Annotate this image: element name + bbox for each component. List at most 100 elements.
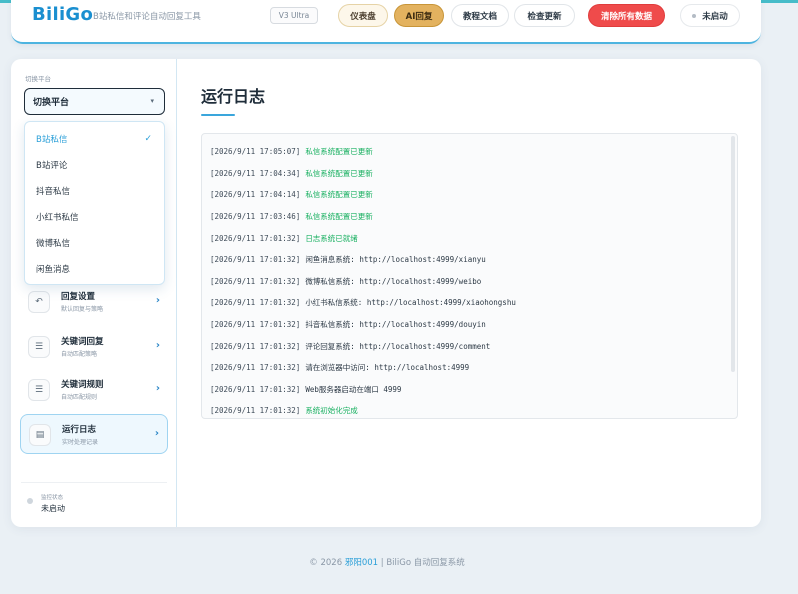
log-message: 系统初始化完成 — [305, 406, 358, 415]
log-line: [2026/9/11 17:01:32] 微博私信系统: http://local… — [210, 272, 481, 292]
sidebar-item-title: 关键词回复 — [61, 337, 104, 347]
docs-button[interactable]: 教程文档 — [451, 4, 509, 27]
log-message: 请在浏览器中访问: http://localhost:4999 — [305, 363, 470, 372]
log-line: [2026/9/11 17:01:32] Web服务器启动在端口 4999 — [210, 380, 401, 400]
platform-select-value: 切换平台 — [33, 98, 70, 108]
status-dot-icon — [692, 13, 697, 18]
log-panel[interactable]: [2026/9/11 17:05:07] 私信系统配置已更新 [2026/9/11… — [201, 133, 738, 419]
ai-reply-button[interactable]: AI回复 — [394, 4, 444, 27]
sidebar: 切换平台 切换平台 ▾ B站私信 ✓ B站评论 抖音私信 小红书私信 微博私信 — [11, 59, 177, 527]
log-line: [2026/9/11 17:01:32] 日志系统已就绪 — [210, 229, 358, 249]
sidebar-item-desc: 实时处理记录 — [62, 439, 99, 446]
switch-platform-label: 切换平台 — [25, 75, 51, 83]
sidebar-item-title: 回复设置 — [61, 292, 96, 302]
footer-prefix: © 2026 — [309, 558, 345, 568]
sidebar-item-desc: 自动匹配规则 — [61, 394, 98, 401]
log-time: [2026/9/11 17:04:14] — [210, 190, 301, 199]
log-icon: ▤ — [29, 424, 51, 446]
log-message: 小红书私信系统: http://localhost:4999/xiaohongs… — [305, 298, 516, 307]
status-button[interactable]: 未启动 — [680, 4, 740, 27]
chevron-right-icon: › — [154, 428, 159, 439]
app-header: BiliGo B站私信和评论自动回复工具 V3 Ultra 仪表盘 AI回复 教… — [11, 0, 761, 44]
log-time: [2026/9/11 17:01:32] — [210, 320, 301, 329]
dropdown-option-label: B站私信 — [36, 135, 68, 145]
dropdown-option-douyin-dm[interactable]: 抖音私信 — [25, 178, 164, 204]
log-time: [2026/9/11 17:01:32] — [210, 277, 301, 286]
log-line: [2026/9/11 17:01:32] 闲鱼消息系统: http://local… — [210, 250, 486, 270]
log-time: [2026/9/11 17:01:32] — [210, 342, 301, 351]
sliders-icon: ☰ — [28, 379, 50, 401]
main-card: 切换平台 切换平台 ▾ B站私信 ✓ B站评论 抖音私信 小红书私信 微博私信 — [11, 59, 761, 527]
chevron-right-icon: › — [155, 383, 160, 394]
log-line: [2026/9/11 17:04:14] 私信系统配置已更新 — [210, 185, 373, 205]
platform-select[interactable]: 切换平台 ▾ — [24, 88, 165, 115]
sidebar-item-title: 关键词规则 — [61, 380, 104, 390]
sidebar-item-keyword-rules[interactable]: ☰ 关键词规则 自动匹配规则 › — [20, 370, 168, 410]
dropdown-option-weibo-dm[interactable]: 微博私信 — [25, 230, 164, 256]
check-icon: ✓ — [144, 134, 152, 144]
status-label: 未启动 — [702, 11, 728, 22]
sidebar-item-desc: 默认回复与策略 — [61, 306, 104, 313]
log-time: [2026/9/11 17:01:32] — [210, 234, 301, 243]
log-message: 日志系统已就绪 — [305, 234, 358, 243]
log-time: [2026/9/11 17:05:07] — [210, 147, 301, 156]
log-message: 私信系统配置已更新 — [305, 169, 373, 178]
log-line: [2026/9/11 17:01:32] 小红书私信系统: http://loca… — [210, 293, 516, 313]
app-subtitle: B站私信和评论自动回复工具 — [93, 12, 201, 22]
log-line: [2026/9/11 17:01:32] 抖音私信系统: http://local… — [210, 315, 486, 335]
log-message: 私信系统配置已更新 — [305, 190, 373, 199]
dropdown-option-label: 闲鱼消息 — [36, 265, 71, 275]
dashboard-button[interactable]: 仪表盘 — [338, 4, 388, 27]
reply-icon: ↶ — [28, 291, 50, 313]
log-line: [2026/9/11 17:04:34] 私信系统配置已更新 — [210, 164, 373, 184]
sidebar-item-desc: 自动匹配策略 — [61, 351, 98, 358]
log-line: [2026/9/11 17:01:32] 评论回复系统: http://local… — [210, 337, 490, 357]
dropdown-option-label: 抖音私信 — [36, 187, 71, 197]
version-badge: V3 Ultra — [270, 7, 318, 24]
log-time: [2026/9/11 17:03:46] — [210, 212, 301, 221]
clear-all-data-button[interactable]: 清除所有数据 — [588, 4, 665, 27]
platform-dropdown: B站私信 ✓ B站评论 抖音私信 小红书私信 微博私信 闲鱼消息 — [24, 121, 165, 285]
log-time: [2026/9/11 17:04:34] — [210, 169, 301, 178]
log-time: [2026/9/11 17:01:32] — [210, 406, 301, 415]
dropdown-option-xianyu-msg[interactable]: 闲鱼消息 — [25, 256, 164, 282]
dropdown-option-label: B站评论 — [36, 161, 68, 171]
log-line: [2026/9/11 17:03:46] 私信系统配置已更新 — [210, 207, 373, 227]
page-title: 运行日志 — [201, 87, 266, 106]
sidebar-item-keyword-reply[interactable]: ☰ 关键词回复 自动匹配策略 › — [20, 327, 168, 367]
footer: © 2026 邪阳001 | BiliGo 自动回复系统 — [0, 556, 774, 568]
footer-author-link[interactable]: 邪阳001 — [345, 558, 378, 568]
check-update-button[interactable]: 检查更新 — [514, 4, 575, 27]
log-message: 抖音私信系统: http://localhost:4999/douyin — [305, 320, 486, 329]
monitor-status-label: 监控状态 — [41, 495, 64, 501]
log-message: 微博私信系统: http://localhost:4999/weibo — [305, 277, 482, 286]
app-logo: BiliGo — [32, 4, 94, 25]
chevron-down-icon: ▾ — [150, 97, 154, 105]
log-time: [2026/9/11 17:01:32] — [210, 298, 301, 307]
dropdown-option-label: 微博私信 — [36, 239, 71, 249]
log-time: [2026/9/11 17:01:32] — [210, 385, 301, 394]
chevron-right-icon: › — [155, 295, 160, 306]
sidebar-item-reply-settings[interactable]: ↶ 回复设置 默认回复与策略 › — [20, 282, 168, 322]
dropdown-option-bilibili-dm[interactable]: B站私信 ✓ — [25, 126, 164, 152]
log-message: 私信系统配置已更新 — [305, 147, 373, 156]
log-time: [2026/9/11 17:01:32] — [210, 255, 301, 264]
title-underline — [201, 114, 235, 116]
log-line: [2026/9/11 17:01:32] 请在浏览器中访问: http://loc… — [210, 358, 469, 378]
footer-suffix: | BiliGo 自动回复系统 — [378, 558, 465, 568]
sidebar-item-title: 运行日志 — [62, 425, 97, 435]
dropdown-option-label: 小红书私信 — [36, 213, 79, 223]
log-line: [2026/9/11 17:01:32] 系统初始化完成 — [210, 401, 358, 418]
log-line: [2026/9/11 17:05:07] 私信系统配置已更新 — [210, 142, 373, 162]
monitor-status-value: 未启动 — [41, 504, 65, 513]
log-message: 评论回复系统: http://localhost:4999/comment — [305, 342, 491, 351]
sidebar-item-run-log[interactable]: ▤ 运行日志 实时处理记录 › — [20, 414, 168, 454]
dropdown-option-bilibili-comment[interactable]: B站评论 — [25, 152, 164, 178]
chevron-right-icon: › — [155, 340, 160, 351]
sidebar-divider — [21, 482, 167, 483]
log-scrollbar[interactable] — [731, 136, 735, 372]
log-message: Web服务器启动在端口 4999 — [305, 385, 402, 394]
dropdown-option-xiaohongshu-dm[interactable]: 小红书私信 — [25, 204, 164, 230]
log-time: [2026/9/11 17:01:32] — [210, 363, 301, 372]
monitor-status-dot-icon — [27, 498, 33, 504]
